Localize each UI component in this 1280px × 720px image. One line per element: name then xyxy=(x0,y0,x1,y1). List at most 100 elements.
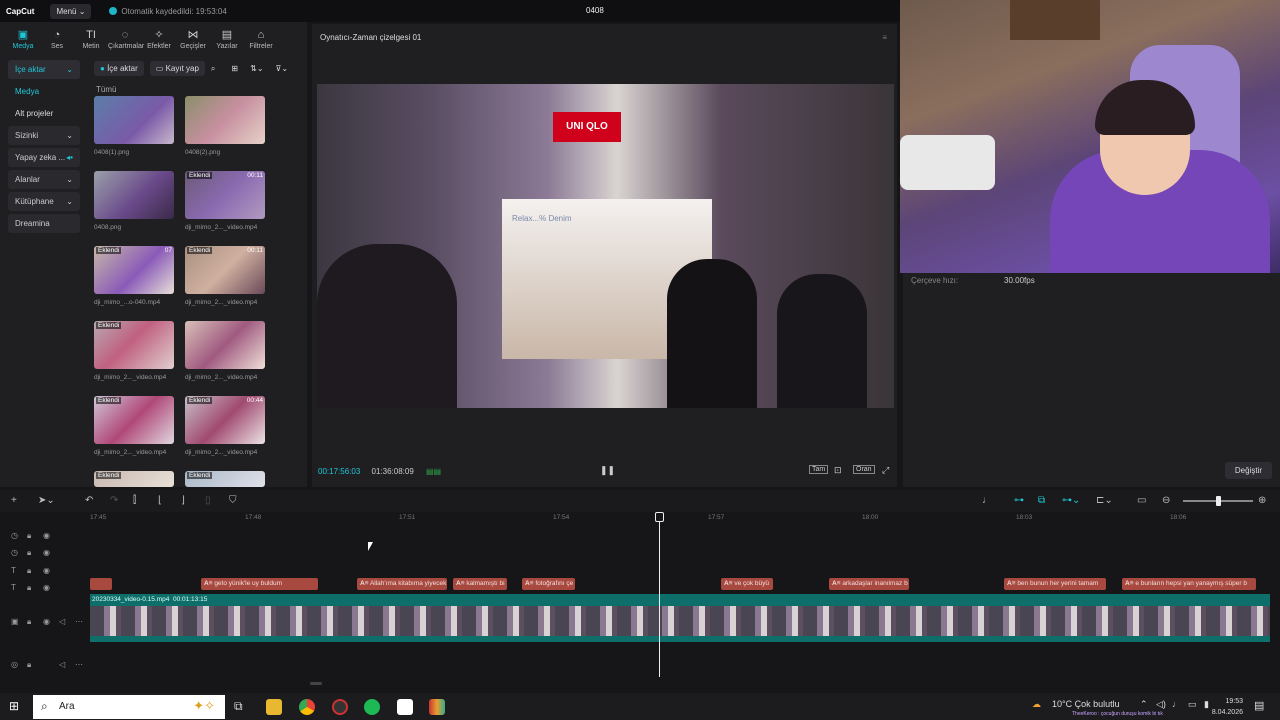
caption-clip[interactable]: A≡ Allah'ıma kitabıma yiyecek xyxy=(357,578,447,590)
magnet-icon[interactable]: ⊶⌄ xyxy=(1062,495,1080,506)
caption-clip[interactable]: A≡ ve çok büyü xyxy=(721,578,773,590)
media-card[interactable]: Eklendi 00:11 dji_mimo_2..._video.mp4 xyxy=(185,171,265,231)
eye-icon[interactable]: ◉ xyxy=(43,531,50,540)
tray-arrow-icon[interactable]: ⌃ xyxy=(1140,699,1148,710)
tab-transitions[interactable]: ⋈ Geçişler xyxy=(176,28,210,50)
zoom-in-icon[interactable]: ⊕ xyxy=(1258,495,1266,506)
playhead[interactable] xyxy=(659,512,660,677)
video-clip[interactable] xyxy=(90,594,1270,642)
eye-icon[interactable]: ◉ xyxy=(43,617,50,626)
file-explorer-icon[interactable] xyxy=(266,699,282,715)
volume-icon[interactable]: ◁) xyxy=(1156,699,1166,710)
sidenav-dreamina[interactable]: Dreamina xyxy=(8,214,80,233)
obs-icon[interactable] xyxy=(332,699,348,715)
undo-icon[interactable]: ↶ xyxy=(85,495,93,506)
media-card[interactable]: Eklendi dji_mimo_2..._video.mp4 xyxy=(94,321,174,381)
sidenav-media[interactable]: Medya xyxy=(8,82,80,101)
media-card[interactable]: dji_mimo_2..._video.mp4 xyxy=(185,321,265,381)
winrar-icon[interactable] xyxy=(429,699,445,715)
sort-icon[interactable]: ⇅⌄ xyxy=(250,64,263,73)
eye-icon[interactable]: ◉ xyxy=(43,566,50,575)
media-card[interactable]: 0408(2).png xyxy=(185,96,265,156)
media-card[interactable]: Eklendi 00:44 dji_mimo_2..._video.mp4 xyxy=(185,396,265,456)
taskbar-search[interactable]: ⌕ Ara ✦✧ xyxy=(33,695,225,719)
sidenav-yours[interactable]: Sizinki ⌄ xyxy=(8,126,80,145)
preview-axis-icon[interactable]: ⊏⌄ xyxy=(1096,495,1113,506)
media-card[interactable]: Eklendi dji_mimo_2..._video.mp4 xyxy=(94,396,174,456)
tab-audio[interactable]: ◔ Ses xyxy=(40,29,74,50)
caption-clip[interactable]: A≡ arkadaşlar inanılmaz b xyxy=(829,578,909,590)
tab-media[interactable]: ▣ Medya xyxy=(6,28,40,50)
timeline-ruler[interactable]: 17:45 17:48 17:51 17:54 17:57 18:00 18:0… xyxy=(88,512,1280,526)
fullscreen-icon[interactable]: ⤢ xyxy=(882,465,889,476)
grid-view-icon[interactable]: ⊞ xyxy=(231,64,238,73)
sidenav-ai[interactable]: Yapay zeka ... ◂• xyxy=(8,148,80,167)
tab-captions[interactable]: ▤ Yazılar xyxy=(210,28,244,50)
lock-icon[interactable]: 🔒︎ xyxy=(27,566,31,576)
screenshot-icon[interactable]: ⊡ xyxy=(834,465,842,476)
caption-toggle-icon[interactable]: ▭ xyxy=(1137,495,1146,506)
more-icon[interactable]: ⋯ xyxy=(75,617,83,626)
media-card[interactable]: 0408(1).png xyxy=(94,96,174,156)
eye-icon[interactable]: ◉ xyxy=(43,548,50,557)
shield-icon[interactable]: ⛉ xyxy=(229,495,237,506)
trim-left-icon[interactable]: ⌊ xyxy=(158,495,162,506)
caption-clip[interactable] xyxy=(90,578,112,590)
capcut-taskbar-icon[interactable] xyxy=(397,699,413,715)
tab-text[interactable]: TI Metin xyxy=(74,29,108,50)
system-clock[interactable]: 19:53 8.04.2026 xyxy=(1212,696,1243,718)
media-card[interactable]: Eklendi xyxy=(94,471,174,487)
notification-icon[interactable]: ▤ xyxy=(1254,699,1264,712)
chrome-icon[interactable] xyxy=(299,699,315,715)
caption-clip[interactable]: A≡ fotoğrafını çe xyxy=(522,578,575,590)
eye-icon[interactable]: ◉ xyxy=(43,583,50,592)
snap-icon[interactable]: ⧉ xyxy=(1038,495,1045,506)
mic-icon[interactable]: ♩ xyxy=(982,495,992,506)
network-icon[interactable]: ▭ xyxy=(1188,699,1197,710)
tab-filters[interactable]: ⌂ Filtreler xyxy=(244,29,278,50)
weather-text[interactable]: 10°C Çok bulutlu xyxy=(1052,699,1120,709)
windows-start-icon[interactable]: ⊞ xyxy=(9,699,19,713)
select-tool-icon[interactable]: ➤⌄ xyxy=(38,495,55,506)
zoom-slider-handle[interactable] xyxy=(1216,496,1221,506)
tab-stickers[interactable]: ◌ Çıkartmalar xyxy=(108,29,144,50)
lock-icon[interactable]: 🔒︎ xyxy=(27,583,31,593)
ratio-button[interactable]: Oran xyxy=(853,465,875,474)
media-card[interactable]: Eklendi xyxy=(185,471,265,487)
mic-tray-icon[interactable]: ♩ xyxy=(1172,699,1181,709)
more-icon[interactable]: ⋯ xyxy=(75,660,83,669)
spotify-icon[interactable] xyxy=(364,699,380,715)
media-card[interactable]: Eklendi 07 dji_mimo_...o-040.mp4 xyxy=(94,246,174,306)
lock-icon[interactable]: 🔒︎ xyxy=(27,548,31,558)
zoom-out-icon[interactable]: ⊖ xyxy=(1162,495,1170,506)
caption-clip[interactable]: A≡ ben bunun her yerini tamam xyxy=(1004,578,1106,590)
record-button[interactable]: ▭ Kayıt yap xyxy=(149,61,205,76)
task-view-icon[interactable]: ⧉ xyxy=(234,699,243,714)
add-track-icon[interactable]: + xyxy=(11,495,17,506)
sidenav-library[interactable]: Kütüphane ⌄ xyxy=(8,192,80,211)
playhead-handle[interactable] xyxy=(655,512,664,522)
sidenav-spaces[interactable]: Alanlar ⌄ xyxy=(8,170,80,189)
caption-clip[interactable]: A≡ kalmamıştı bi xyxy=(453,578,507,590)
media-card[interactable]: 0408.png xyxy=(94,171,174,231)
sidenav-import[interactable]: İçe aktar ⌄ xyxy=(8,60,80,79)
menu-button[interactable]: Menü ⌄ xyxy=(50,3,92,19)
redo-icon[interactable]: ↷ xyxy=(110,495,118,506)
trim-right-icon[interactable]: ⌋ xyxy=(181,495,185,506)
lock-icon[interactable]: 🔒︎ xyxy=(27,660,31,670)
sidenav-subprojects[interactable]: Alt projeler xyxy=(8,104,80,123)
change-button[interactable]: Değiştir xyxy=(1224,462,1272,479)
tab-effects[interactable]: ✧ Efektler xyxy=(142,28,176,50)
media-card[interactable]: Eklendi 00:11 dji_mimo_2..._video.mp4 xyxy=(185,246,265,306)
full-quality-button[interactable]: Tam xyxy=(809,465,829,474)
video-preview[interactable]: Relax...% Denim UNI QLO xyxy=(317,84,894,408)
speaker-icon[interactable]: ◁ xyxy=(59,617,65,626)
horizontal-scrollbar[interactable] xyxy=(310,682,322,685)
lock-icon[interactable]: 🔒︎ xyxy=(27,617,31,627)
split-icon[interactable]: ⫿ xyxy=(133,495,136,506)
link-icon[interactable]: ⊶ xyxy=(1014,495,1024,506)
hamburger-icon[interactable]: ≡ xyxy=(882,33,887,42)
search-icon[interactable]: ⌕ xyxy=(211,64,215,74)
speaker-icon[interactable]: ◁ xyxy=(59,660,65,669)
caption-clip[interactable]: A≡ e bunların hepsi yan yanaymış süper b xyxy=(1122,578,1256,590)
